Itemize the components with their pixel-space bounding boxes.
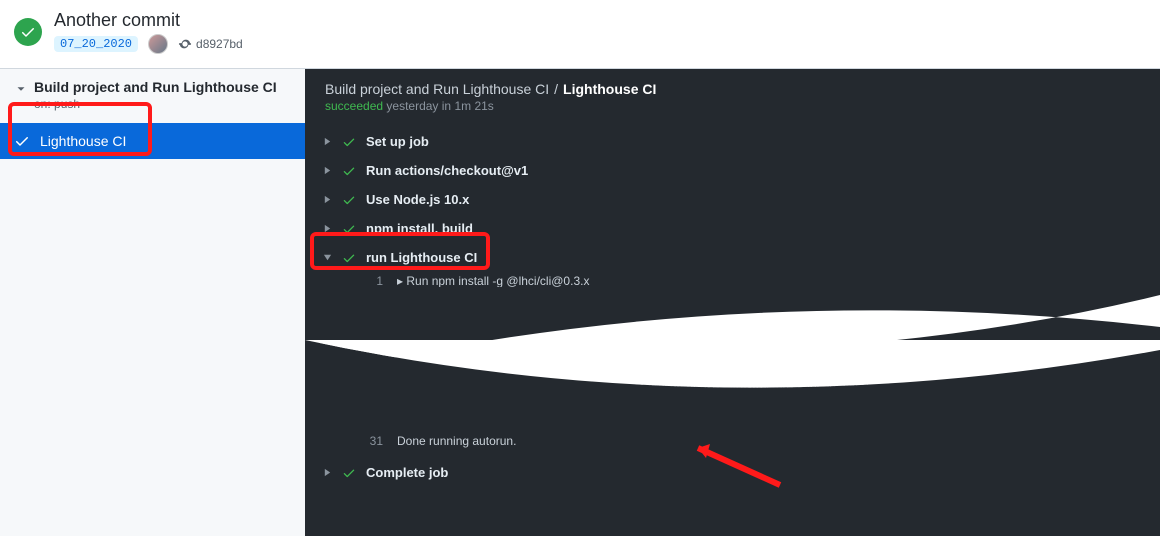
check-icon <box>342 222 356 236</box>
step-label: npm install, build <box>366 221 473 236</box>
status-time: yesterday <box>386 99 438 113</box>
step-label: Use Node.js 10.x <box>366 192 469 207</box>
chevron-down-icon <box>14 82 28 96</box>
commit-sha-text: d8927bd <box>196 37 243 51</box>
breadcrumb-leaf: Lighthouse CI <box>563 81 656 97</box>
workflow-header[interactable]: Build project and Run Lighthouse CI on: … <box>0 69 305 117</box>
steps-list: Set up job Run actions/checkout@v1 Use Nod… <box>305 127 1160 388</box>
step-row[interactable]: Set up job <box>305 127 1160 156</box>
commit-header-text: Another commit 07_20_2020 d8927bd <box>54 10 243 54</box>
step-complete-job[interactable]: Complete job <box>305 458 1160 487</box>
check-icon <box>342 251 356 265</box>
log-line: 7/opt/hostedtoolcache/node/10.21.0/x64/b… <box>365 326 1160 344</box>
log-line: 30 <box>365 414 1160 432</box>
step-row[interactable]: npm install, build <box>305 214 1160 243</box>
commit-header: Another commit 07_20_2020 d8927bd <box>0 0 1160 68</box>
jobs-sidebar: Build project and Run Lighthouse CI on: … <box>0 68 305 536</box>
triangle-right-icon <box>323 468 332 477</box>
log-line: 29No GitHub token set, skipping. <box>365 396 1160 414</box>
check-icon <box>342 466 356 480</box>
sidebar-job-label: Lighthouse CI <box>40 133 126 149</box>
triangle-right-icon <box>323 224 332 233</box>
check-icon <box>342 164 356 178</box>
status-in: in <box>442 99 451 113</box>
triangle-right-icon <box>323 195 332 204</box>
branch-chip[interactable]: 07_20_2020 <box>54 36 138 52</box>
log-line: Open the report at https://storage.googl… <box>365 378 1160 396</box>
sidebar-job-lighthouse[interactable]: Lighthouse CI <box>0 123 305 159</box>
log-bottom-section: Open the report at https://storage.googl… <box>305 378 1160 487</box>
status-success-badge <box>14 18 42 46</box>
check-icon <box>14 133 30 149</box>
step-row[interactable]: Run actions/checkout@v1 <box>305 156 1160 185</box>
workflow-title: Build project and Run Lighthouse CI <box>34 79 277 95</box>
triangle-down-icon <box>323 253 332 262</box>
avatar[interactable] <box>148 34 168 54</box>
check-icon <box>20 24 36 40</box>
log-line: 31Done running autorun. <box>365 432 1160 450</box>
commit-meta: 07_20_2020 d8927bd <box>54 34 243 54</box>
breadcrumb: Build project and Run Lighthouse CI / Li… <box>305 69 1160 99</box>
log-output: 1▸ Run npm install -g @lhci/cli@0.3.x5np… <box>305 272 1160 388</box>
log-line: 5npm WARN deprecated mkdirp@0.5.1: Legac… <box>365 290 1160 308</box>
triangle-right-icon <box>323 137 332 146</box>
log-line: 8+ @lhci/cli@0.3.14 <box>365 344 1160 362</box>
commit-icon <box>178 37 192 51</box>
status-word: succeeded <box>325 99 383 113</box>
breadcrumb-sep: / <box>554 81 558 97</box>
step-label: Run actions/checkout@v1 <box>366 163 528 178</box>
step-label: run Lighthouse CI <box>366 250 477 265</box>
check-icon <box>342 193 356 207</box>
commit-title: Another commit <box>54 10 243 31</box>
workflow-trigger: on: push <box>34 97 277 111</box>
triangle-right-icon <box>323 166 332 175</box>
breadcrumb-parent: Build project and Run Lighthouse CI <box>325 81 549 97</box>
log-line: 6npm WARN deprecated request@2.88.2: req… <box>365 308 1160 326</box>
log-bottom: Open the report at https://storage.googl… <box>305 378 1160 458</box>
step-row[interactable]: Use Node.js 10.x <box>305 185 1160 214</box>
step-label: Set up job <box>366 134 429 149</box>
job-status-line: succeeded yesterday in 1m 21s <box>305 99 1160 127</box>
check-icon <box>342 135 356 149</box>
status-duration: 1m 21s <box>454 99 493 113</box>
step-row[interactable]: run Lighthouse CI <box>305 243 1160 272</box>
commit-sha[interactable]: d8927bd <box>178 37 243 51</box>
log-line: 1▸ Run npm install -g @lhci/cli@0.3.x <box>365 272 1160 290</box>
step-label: Complete job <box>366 465 448 480</box>
